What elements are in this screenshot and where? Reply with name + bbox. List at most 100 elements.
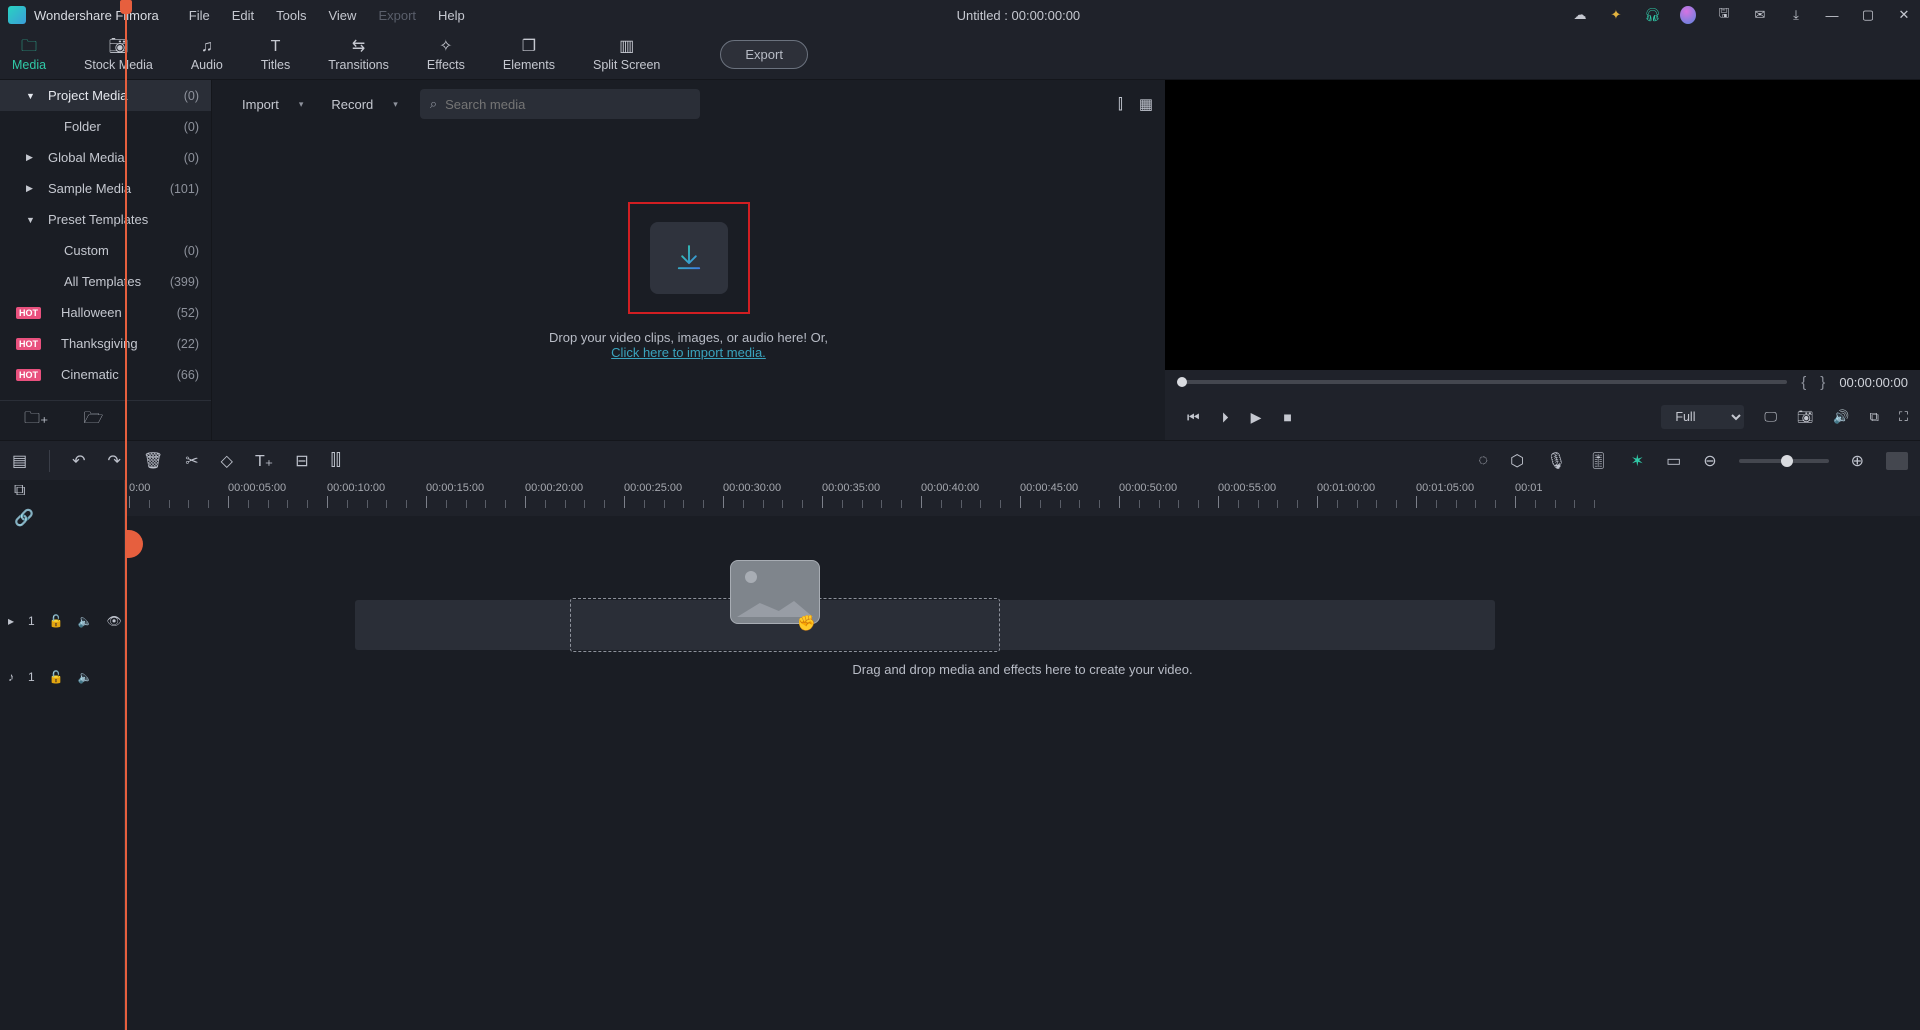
mark-out-icon[interactable]: }: [1820, 374, 1825, 391]
import-drop-box[interactable]: [628, 202, 750, 314]
stop-button[interactable]: ■: [1283, 409, 1291, 426]
sidebar-item-custom[interactable]: Custom(0): [0, 235, 211, 266]
tips-icon[interactable]: ✦: [1608, 7, 1624, 23]
prev-frame-button[interactable]: ⏮: [1187, 409, 1200, 426]
redo-button[interactable]: ↷: [108, 451, 121, 471]
timeline-canvas[interactable]: 0:0000:00:05:0000:00:10:0000:00:15:0000:…: [125, 480, 1920, 1030]
grid-view-icon[interactable]: ▦: [1139, 95, 1153, 113]
snapshot-icon[interactable]: 📷︎: [1797, 409, 1814, 425]
voiceover-icon[interactable]: 🎙: [1546, 451, 1566, 471]
timeline-ruler[interactable]: 0:0000:00:05:0000:00:10:0000:00:15:0000:…: [125, 480, 1920, 516]
import-media-link[interactable]: Click here to import media.: [611, 345, 766, 360]
preview-zoom-select[interactable]: Full: [1661, 405, 1744, 429]
timeline-zoom-slider[interactable]: [1739, 459, 1829, 463]
minimize-button[interactable]: —: [1824, 8, 1840, 23]
fit-icon[interactable]: [1886, 452, 1908, 470]
search-icon: ⌕: [430, 96, 437, 112]
media-drop-zone[interactable]: Drop your video clips, images, or audio …: [212, 122, 1165, 440]
tab-titles[interactable]: TTitles: [261, 38, 290, 72]
crop-icon[interactable]: ▭: [1666, 451, 1681, 471]
sidebar-item-project-media[interactable]: ▼Project Media(0): [0, 80, 211, 111]
tab-stock-media[interactable]: 📷︎Stock Media: [84, 38, 153, 72]
zoom-slider-knob[interactable]: [1781, 455, 1793, 467]
volume-icon[interactable]: 🔊: [1833, 409, 1849, 425]
tab-transitions[interactable]: ⇆Transitions: [328, 38, 389, 72]
support-icon[interactable]: 🎧︎: [1644, 7, 1660, 23]
sidebar-item-halloween[interactable]: HOTHalloween(52): [0, 297, 211, 328]
sidebar-item-preset-templates[interactable]: ▼Preset Templates: [0, 204, 211, 235]
audio-track-header[interactable]: ♪1 🔓 🔈: [0, 660, 124, 694]
preview-scrubber[interactable]: [1177, 380, 1787, 384]
tag-icon[interactable]: ◇: [221, 451, 233, 471]
account-avatar[interactable]: [1680, 6, 1696, 24]
visibility-icon[interactable]: 👁: [107, 614, 122, 628]
playhead-handle[interactable]: [125, 530, 143, 558]
delete-button[interactable]: 🗑: [143, 451, 163, 471]
link-tracks-icon[interactable]: 🔗: [14, 508, 34, 528]
sidebar-item-cinematic[interactable]: HOTCinematic(66): [0, 359, 211, 390]
text-tool-icon[interactable]: T₊: [255, 451, 273, 471]
ribbon-tabs: 🗀Media 📷︎Stock Media ♫Audio TTitles ⇆Tra…: [0, 30, 1920, 80]
sidebar-item-thanksgiving[interactable]: HOTThanksgiving(22): [0, 328, 211, 359]
cut-button[interactable]: ✂︎: [185, 451, 198, 471]
download-icon[interactable]: ⤓: [1788, 7, 1804, 23]
menu-edit[interactable]: Edit: [232, 8, 254, 23]
sidebar-item-trending[interactable]: Trending(45): [0, 390, 211, 400]
message-icon[interactable]: ✉︎: [1752, 7, 1768, 23]
menu-help[interactable]: Help: [438, 8, 465, 23]
render-icon[interactable]: ◌: [1479, 452, 1489, 470]
sidebar-item-all-templates[interactable]: All Templates(399): [0, 266, 211, 297]
timeline-options-icon[interactable]: ⧉: [14, 482, 34, 500]
video-track-header[interactable]: ▸1 🔓 🔈 👁: [0, 604, 124, 638]
tab-audio[interactable]: ♫Audio: [191, 38, 223, 72]
adjust-icon[interactable]: ⊟: [295, 451, 308, 471]
menu-file[interactable]: File: [189, 8, 210, 23]
menu-tools[interactable]: Tools: [276, 8, 306, 23]
filter-icon[interactable]: ⫿: [1118, 96, 1123, 113]
lock-icon[interactable]: 🔓: [49, 614, 64, 628]
step-back-button[interactable]: ⏵: [1222, 409, 1229, 426]
mute-icon[interactable]: 🔈: [78, 670, 93, 684]
audio-track-icon: ♪: [8, 670, 14, 684]
mark-in-icon[interactable]: {: [1801, 374, 1806, 391]
display-mode-icon[interactable]: 🖵: [1764, 409, 1777, 425]
sidebar-item-global-media[interactable]: ▶Global Media(0): [0, 142, 211, 173]
tab-effects[interactable]: ✧Effects: [427, 38, 465, 72]
media-browser: Import Record ⌕ ⫿ ▦ Drop your video cli: [212, 80, 1165, 440]
render-preview-icon[interactable]: ⧉: [1870, 409, 1879, 425]
collapse-sidebar-button[interactable]: ◂: [211, 256, 212, 292]
timeline: ⧉ 🔗 ▸1 🔓 🔈 👁 ♪1 🔓 🔈 0:0000:00:05:0000:00…: [0, 480, 1920, 1030]
menu-view[interactable]: View: [328, 8, 356, 23]
maximize-button[interactable]: ▢: [1860, 7, 1876, 23]
mute-icon[interactable]: 🔈: [78, 614, 93, 628]
sidebar-item-sample-media[interactable]: ▶Sample Media(101): [0, 173, 211, 204]
search-input[interactable]: [445, 97, 690, 112]
cloud-icon[interactable]: ☁︎: [1572, 7, 1588, 23]
record-dropdown[interactable]: Record: [325, 93, 403, 116]
scrubber-handle[interactable]: [1177, 377, 1187, 387]
import-dropdown[interactable]: Import: [236, 93, 309, 116]
playhead[interactable]: [125, 0, 127, 1030]
play-button[interactable]: ▶: [1251, 409, 1262, 426]
auto-ripple-icon[interactable]: ✶: [1631, 451, 1644, 471]
lock-icon[interactable]: 🔓: [49, 670, 64, 684]
search-media-field[interactable]: ⌕: [420, 89, 700, 119]
zoom-in-button[interactable]: ⊕: [1851, 451, 1864, 471]
open-folder-icon[interactable]: 🗁: [83, 407, 103, 434]
app-title: Wondershare Filmora: [34, 8, 159, 23]
save-icon[interactable]: 🖫: [1716, 4, 1732, 26]
sidebar-item-folder[interactable]: Folder(0): [0, 111, 211, 142]
undo-button[interactable]: ↶: [72, 451, 85, 471]
layout-icon[interactable]: ▤: [12, 451, 27, 471]
tab-elements[interactable]: ❐Elements: [503, 38, 555, 72]
audio-mixer-icon[interactable]: 🎚: [1588, 451, 1608, 471]
fullscreen-icon[interactable]: ⛶: [1899, 409, 1908, 425]
transitions-icon: ⇆: [352, 38, 365, 56]
tab-media[interactable]: 🗀Media: [12, 38, 46, 72]
marker-icon[interactable]: ⬡: [1510, 451, 1524, 471]
tab-split-screen[interactable]: ▥Split Screen: [593, 38, 660, 72]
close-button[interactable]: ✕: [1896, 7, 1912, 23]
audio-edit-icon[interactable]: ⫿⫿: [331, 452, 341, 470]
zoom-out-button[interactable]: ⊖: [1703, 451, 1716, 471]
add-folder-icon[interactable]: 🗀₊: [24, 407, 48, 434]
